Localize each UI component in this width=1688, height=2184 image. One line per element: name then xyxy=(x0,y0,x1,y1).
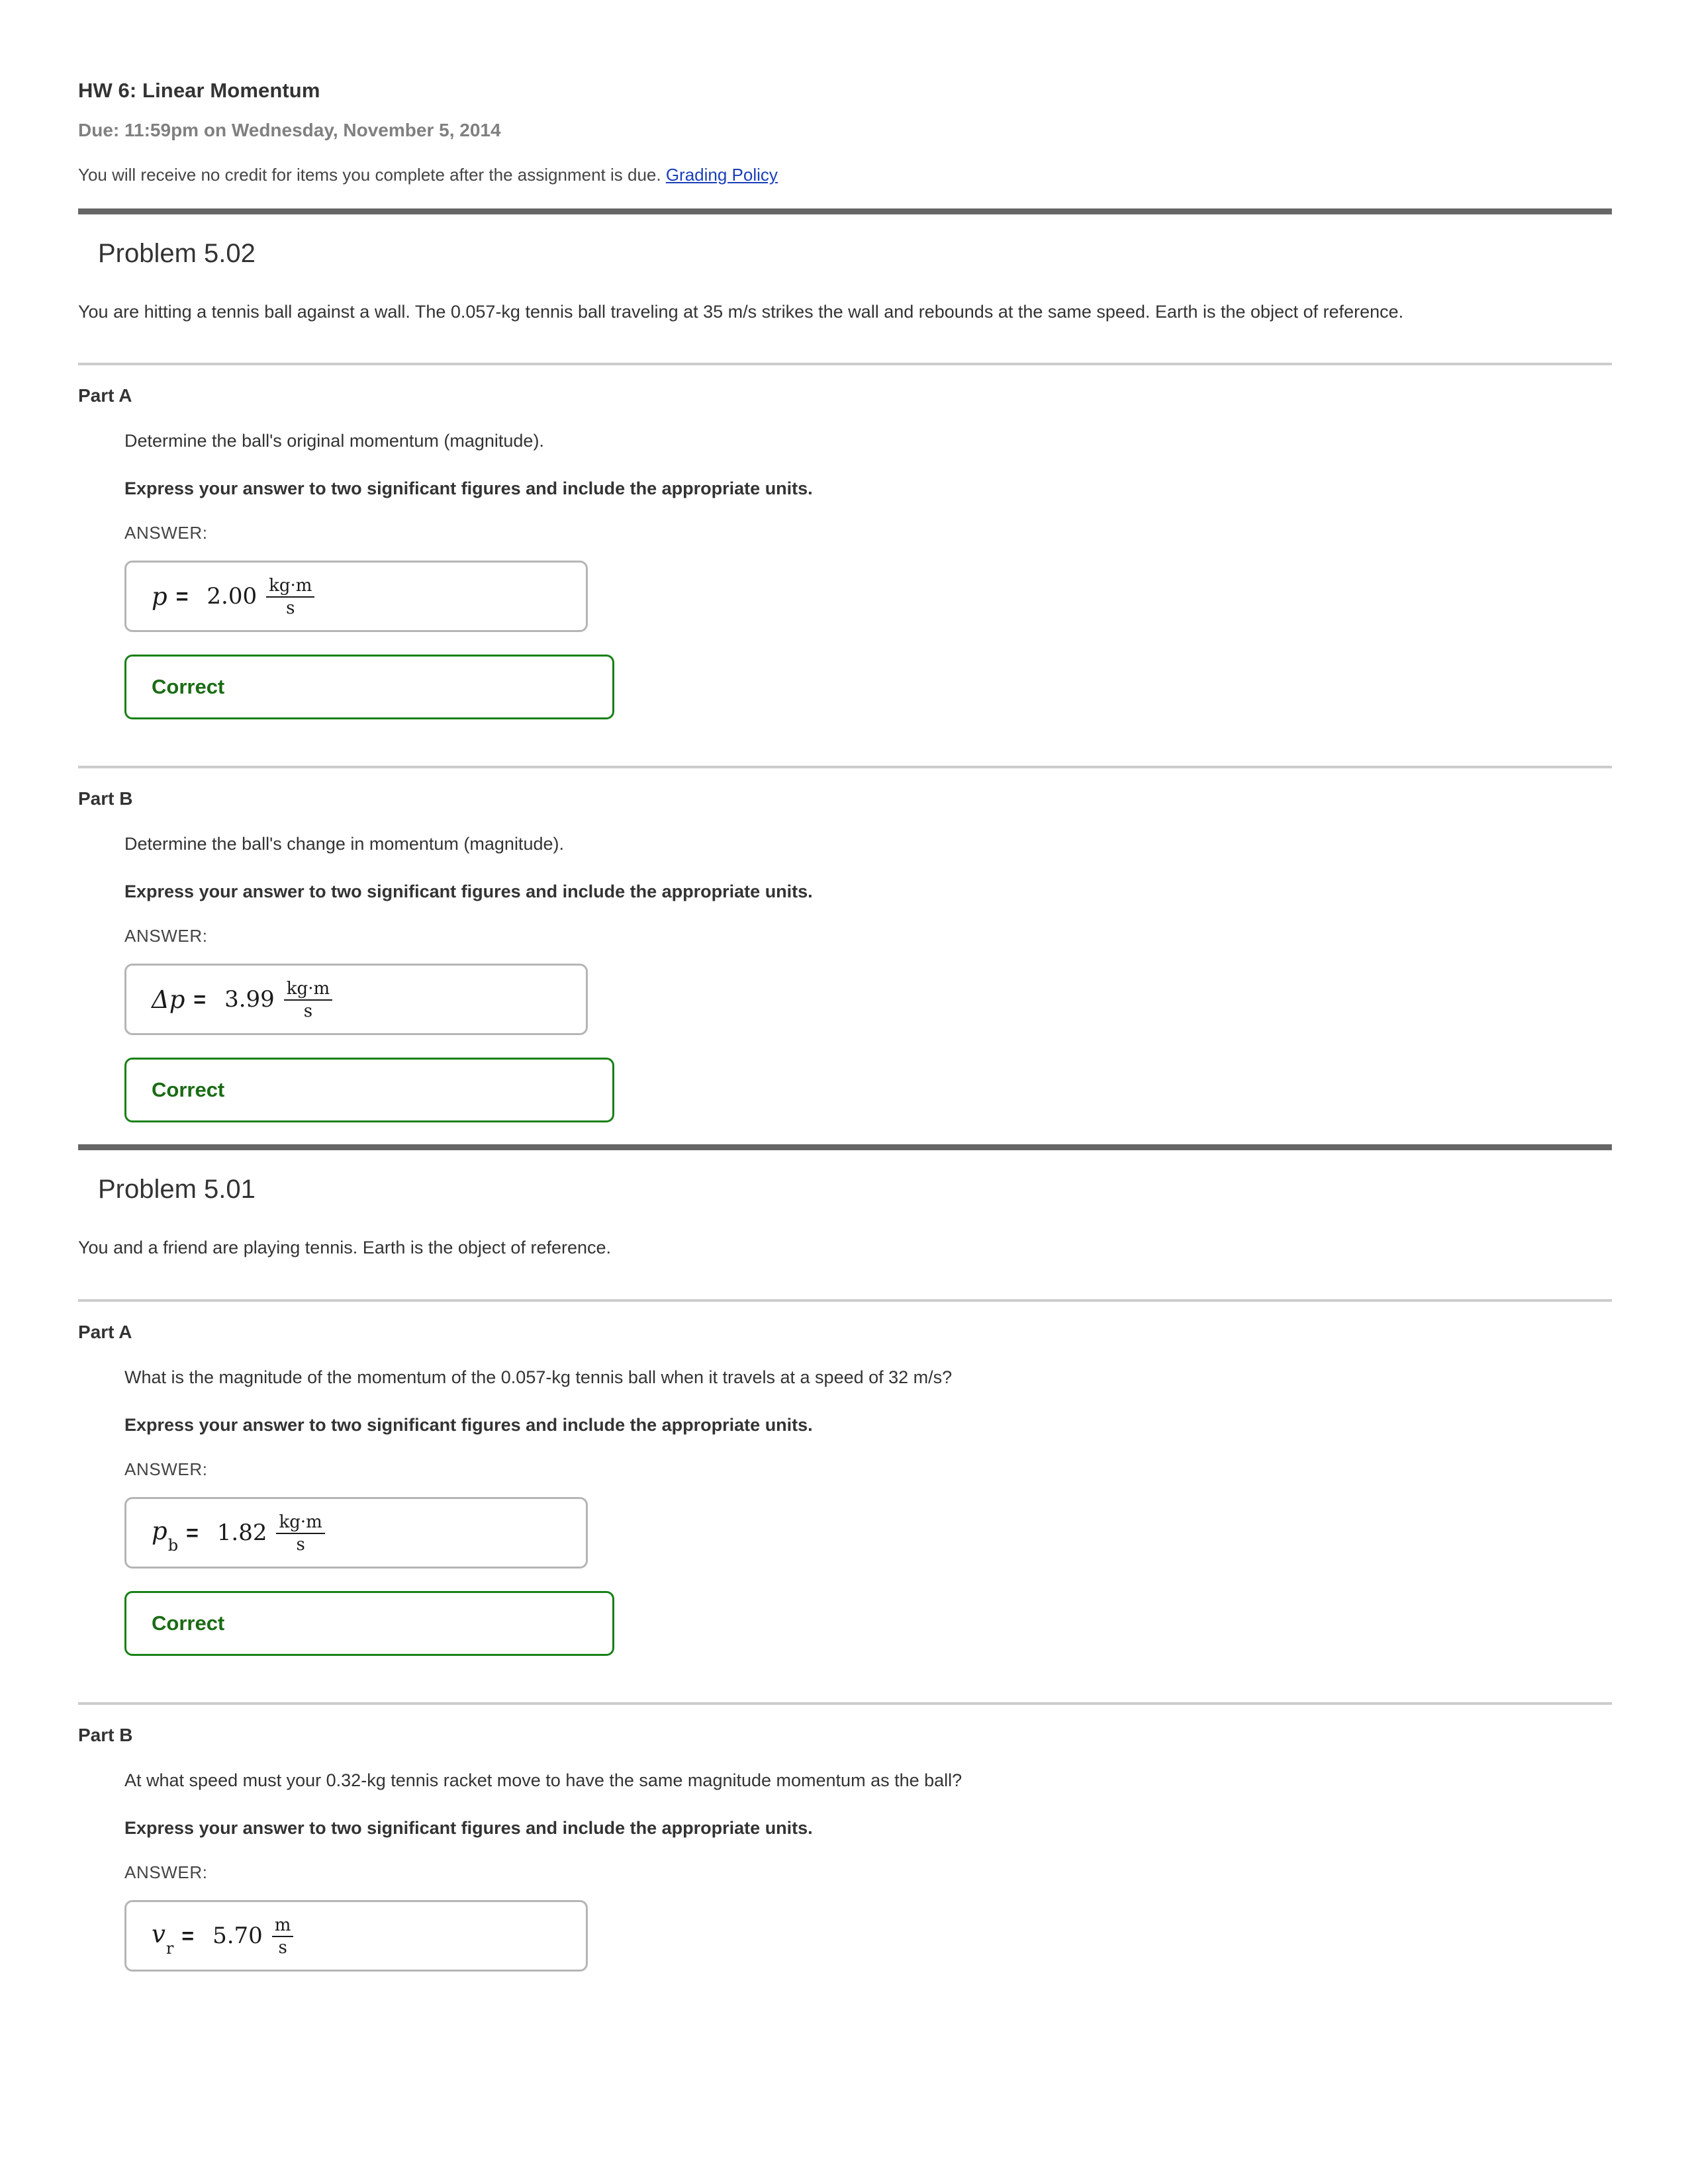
assignment-credit-note: You will receive no credit for items you… xyxy=(78,142,1614,187)
part-section: Part A Determine the ball's original mom… xyxy=(78,365,1614,720)
answer-unit: kg·m s xyxy=(266,576,315,619)
part-question: At what speed must your 0.32-kg tennis r… xyxy=(124,1770,962,1791)
answer-expression: vr = 5.70 m s xyxy=(152,1915,294,1958)
problem-title: Problem 5.01 xyxy=(98,1175,256,1205)
part-body: At what speed must your 0.32-kg tennis r… xyxy=(78,1746,1614,1972)
page-title: HW 6: Linear Momentum xyxy=(78,79,320,102)
status-text: Correct xyxy=(152,1078,225,1102)
answer-symbol-base: v xyxy=(152,1919,165,1948)
assignment-page: HW 6: Linear Momentum Due: 11:59pm on We… xyxy=(0,0,1688,2184)
answer-input-field[interactable]: pb = 1.82 kg·m s xyxy=(124,1497,588,1569)
equals-sign: = xyxy=(181,1923,195,1948)
equals-sign: = xyxy=(186,1520,199,1545)
unit-numerator: kg·m xyxy=(276,1513,325,1535)
answer-label: ANSWER: xyxy=(124,523,208,543)
answer-expression: p = 2.00 kg·m s xyxy=(152,576,315,619)
answer-symbol: p xyxy=(152,582,167,611)
part-section: Part A What is the magnitude of the mome… xyxy=(78,1302,1614,1657)
part-question: Determine the ball's change in momentum … xyxy=(124,834,564,854)
credit-note-text: You will receive no credit for items you… xyxy=(78,164,661,185)
answer-input-field[interactable]: vr = 5.70 m s xyxy=(124,1900,588,1972)
part-question: What is the magnitude of the momentum of… xyxy=(124,1367,953,1388)
answer-symbol-subscript: b xyxy=(167,1535,179,1555)
status-text: Correct xyxy=(152,1612,225,1635)
answer-label: ANSWER: xyxy=(124,1459,208,1480)
unit-denominator: s xyxy=(296,1535,305,1555)
assignment-due-date: Due: 11:59pm on Wednesday, November 5, 2… xyxy=(78,119,501,140)
unit-denominator: s xyxy=(278,1938,287,1958)
part-label: Part B xyxy=(78,788,133,809)
part-section: Part B Determine the ball's change in mo… xyxy=(78,768,1614,1123)
status-text: Correct xyxy=(152,675,225,699)
answer-symbol: pb xyxy=(152,1516,178,1553)
answer-expression: Δp = 3.99 kg·m s xyxy=(152,979,333,1022)
answer-value: 3.99 xyxy=(224,986,275,1013)
part-body: Determine the ball's original momentum (… xyxy=(78,406,1614,720)
answer-unit: kg·m s xyxy=(276,1513,325,1555)
part-instruction: Express your answer to two significant f… xyxy=(124,1414,813,1435)
part-label: Part B xyxy=(78,1725,133,1746)
answer-value: 5.70 xyxy=(212,1923,263,1950)
grading-policy-link[interactable]: Grading Policy xyxy=(666,165,778,185)
part-body: Determine the ball's change in momentum … xyxy=(78,809,1614,1123)
status-badge-correct: Correct xyxy=(124,1591,614,1657)
part-question: Determine the ball's original momentum (… xyxy=(124,431,544,451)
equals-sign: = xyxy=(193,987,207,1011)
unit-denominator: s xyxy=(286,598,295,619)
part-instruction: Express your answer to two significant f… xyxy=(124,881,813,901)
problem-statement: You are hitting a tennis ball against a … xyxy=(78,301,1404,322)
part-section: Part B At what speed must your 0.32-kg t… xyxy=(78,1705,1614,1972)
problem-divider-thick xyxy=(78,208,1612,214)
part-instruction: Express your answer to two significant f… xyxy=(124,1817,813,1838)
unit-denominator: s xyxy=(303,1001,313,1022)
answer-label: ANSWER: xyxy=(124,926,208,946)
part-body: What is the magnitude of the momentum of… xyxy=(78,1343,1614,1657)
answer-input-field[interactable]: Δp = 3.99 kg·m s xyxy=(124,964,588,1036)
status-badge-correct: Correct xyxy=(124,655,614,720)
answer-unit: kg·m s xyxy=(283,979,333,1022)
answer-value: 1.82 xyxy=(216,1520,267,1547)
part-label: Part A xyxy=(78,1322,132,1343)
answer-label: ANSWER: xyxy=(124,1862,208,1883)
answer-expression: pb = 1.82 kg·m s xyxy=(152,1512,325,1555)
problem-divider-thick xyxy=(78,1144,1612,1151)
content-column: HW 6: Linear Momentum Due: 11:59pm on We… xyxy=(78,0,1614,1972)
answer-symbol: Δp xyxy=(152,985,185,1014)
unit-numerator: kg·m xyxy=(266,576,315,598)
status-badge-correct: Correct xyxy=(124,1058,614,1123)
problem-statement: You and a friend are playing tennis. Ear… xyxy=(78,1238,612,1258)
part-label: Part A xyxy=(78,385,132,406)
unit-numerator: m xyxy=(271,1916,294,1938)
equals-sign: = xyxy=(175,584,189,608)
answer-symbol: vr xyxy=(152,1919,173,1956)
part-instruction: Express your answer to two significant f… xyxy=(124,478,813,498)
answer-symbol-subscript: r xyxy=(165,1938,174,1958)
answer-symbol-base: p xyxy=(152,1516,167,1545)
answer-unit: m s xyxy=(271,1916,294,1958)
problem-title: Problem 5.02 xyxy=(98,238,256,268)
answer-value: 2.00 xyxy=(207,583,258,610)
answer-input-field[interactable]: p = 2.00 kg·m s xyxy=(124,561,588,633)
unit-numerator: kg·m xyxy=(283,979,333,1001)
